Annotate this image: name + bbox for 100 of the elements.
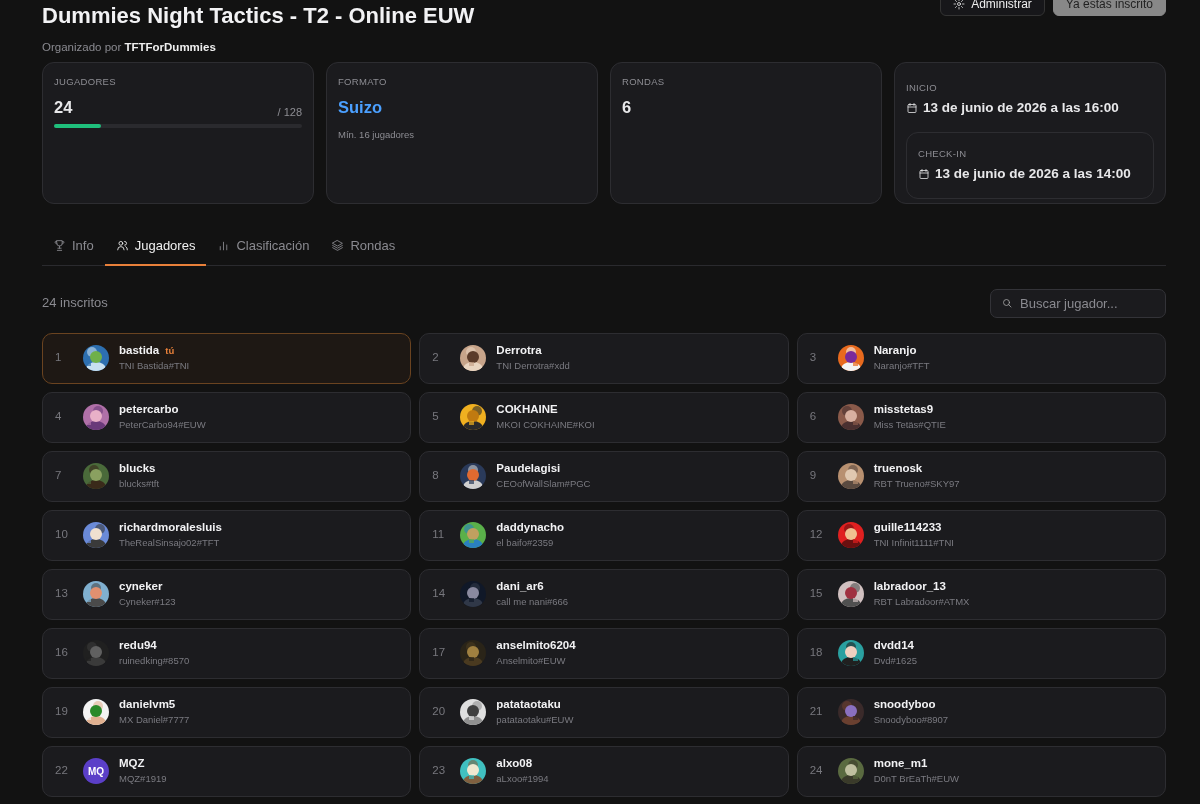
player-tag: RBT Trueno#SKY97 <box>873 477 960 491</box>
player-card[interactable]: 19 danielvm5 MX Daniel#7777 <box>42 686 412 738</box>
stat-label: CHECK-IN <box>918 146 968 161</box>
stat-value: Suizo <box>338 97 383 119</box>
stat-label: RONDAS <box>622 75 666 89</box>
player-name: labradoor_13 <box>873 579 946 594</box>
player-rank: 20 <box>432 704 447 720</box>
gear-icon <box>953 0 966 10</box>
stat-value: 24 <box>54 97 73 119</box>
player-tag: Snoodyboo#8907 <box>873 713 949 727</box>
player-tag: Dvd#1625 <box>873 654 917 668</box>
player-tag: MKOI COKHAINE#KOI <box>496 418 595 432</box>
player-name: richardmoralesluis <box>119 520 222 535</box>
player-card[interactable]: 9 truenosk RBT Trueno#SKY97 <box>796 450 1166 502</box>
calendar-icon <box>906 102 918 115</box>
player-tag: Cyneker#123 <box>119 595 176 609</box>
player-card[interactable]: 17 anselmito6204 Anselmito#EUW <box>419 627 789 679</box>
player-rank: 16 <box>55 645 69 661</box>
player-name: snoodyboo <box>873 697 936 712</box>
player-tag: el baifo#2359 <box>496 536 565 550</box>
player-tag: TNI Bastida#TNI <box>119 359 190 373</box>
player-tag: TheRealSinsajo02#TFT <box>119 536 222 550</box>
player-card[interactable]: 16 redu94 ruinedking#8570 <box>42 627 412 679</box>
player-rank: 12 <box>809 527 824 543</box>
tab[interactable]: Info <box>42 228 105 266</box>
player-rank: 13 <box>55 586 69 602</box>
player-card[interactable]: 1 bastida tú TNI Bastida#TNI <box>42 332 412 384</box>
player-name: mone_m1 <box>873 756 928 771</box>
stat-label: FORMATO <box>338 75 388 89</box>
registered-button[interactable]: Ya estás inscrito <box>1052 0 1166 16</box>
player-rank: 2 <box>432 350 440 366</box>
player-tag: PeterCarbo94#EUW <box>119 418 206 432</box>
player-card[interactable]: 11 daddynacho el baifo#2359 <box>419 509 789 561</box>
admin-button[interactable]: Administrar <box>940 0 1045 16</box>
player-card[interactable]: 22 MQ MQZ MQZ#1919 <box>42 745 412 797</box>
player-card[interactable]: 13 cyneker Cyneker#123 <box>42 568 412 620</box>
player-rank: 14 <box>432 586 447 602</box>
player-name: bastida <box>119 343 160 358</box>
player-card[interactable]: 3 Naranjo Naranjo#TFT <box>796 332 1166 384</box>
player-card[interactable]: 14 dani_ar6 call me nani#666 <box>419 568 789 620</box>
player-rank: 4 <box>55 409 63 425</box>
stat-note: Mín. 16 jugadores <box>338 128 416 142</box>
organizer-text: Organizado por TFTForDummies <box>42 39 217 55</box>
player-name: daddynacho <box>496 520 565 535</box>
player-tag: TNI Infinit1111#TNI <box>873 536 954 550</box>
stat-label: JUGADORES <box>54 75 117 89</box>
player-card[interactable]: 21 snoodyboo Snoodyboo#8907 <box>796 686 1166 738</box>
tab[interactable]: Clasificación <box>206 228 321 266</box>
player-tag: MQZ#1919 <box>119 772 167 786</box>
trophy-icon <box>53 239 66 253</box>
player-rank: 23 <box>432 763 447 779</box>
player-name: MQZ <box>119 756 145 771</box>
player-tag: CEOofWallSlam#PGC <box>496 477 591 491</box>
player-name: Paudelagisi <box>496 461 561 476</box>
search-field[interactable]: Buscar jugador... <box>990 288 1166 318</box>
player-rank: 9 <box>809 468 818 484</box>
player-card[interactable]: 10 richardmoralesluis TheRealSinsajo02#TFT <box>42 509 412 561</box>
player-name: anselmito6204 <box>496 638 576 653</box>
player-tag: TNI Derrotra#xdd <box>496 359 570 373</box>
player-card[interactable]: 4 petercarbo PeterCarbo94#EUW <box>42 391 412 443</box>
stat-max: / 128 <box>277 104 302 120</box>
player-card[interactable]: 5 COKHAINE MKOI COKHAINE#KOI <box>419 391 789 443</box>
player-name: Naranjo <box>873 343 917 358</box>
calendar-icon <box>918 167 930 180</box>
player-card[interactable]: 8 Paudelagisi CEOofWallSlam#PGC <box>419 450 789 502</box>
player-name: patataotaku <box>496 697 561 712</box>
player-tag: Miss Tetäs#QTIE <box>873 418 946 432</box>
player-name: guille114233 <box>873 520 942 535</box>
player-card[interactable]: 20 patataotaku patataotaku#EUW <box>419 686 789 738</box>
player-rank: 22 <box>55 763 69 779</box>
player-name: COKHAINE <box>496 402 558 417</box>
player-name: Derrotra <box>496 343 542 358</box>
player-rank: 18 <box>809 645 824 661</box>
player-name: blucks <box>119 461 156 476</box>
player-name: petercarbo <box>119 402 179 417</box>
player-card[interactable]: 2 Derrotra TNI Derrotra#xdd <box>419 332 789 384</box>
player-name: danielvm5 <box>119 697 176 712</box>
tournament-title: Dummies Night Tactics - T2 - Online EUW <box>42 2 475 30</box>
player-tag: Naranjo#TFT <box>873 359 930 373</box>
player-card[interactable]: 18 dvdd14 Dvd#1625 <box>796 627 1166 679</box>
player-rank: 24 <box>809 763 824 779</box>
registered-count: 24 inscritos <box>42 294 108 313</box>
player-tag: patataotaku#EUW <box>496 713 574 727</box>
player-rank: 21 <box>809 704 824 720</box>
player-card[interactable]: 24 mone_m1 D0nT BrEaTh#EUW <box>796 745 1166 797</box>
tab[interactable]: Jugadores <box>104 228 207 266</box>
player-card[interactable]: 23 alxo08 aLxoo#1994 <box>419 745 789 797</box>
player-rank: 10 <box>55 527 69 543</box>
player-card[interactable]: 12 guille114233 TNI Infinit1111#TNI <box>796 509 1166 561</box>
you-label: tú <box>165 343 175 358</box>
tab[interactable]: Rondas <box>320 228 407 266</box>
users-icon <box>115 239 129 253</box>
player-card[interactable]: 7 blucks blucks#tft <box>42 450 412 502</box>
player-card[interactable]: 6 misstetas9 Miss Tetäs#QTIE <box>796 391 1166 443</box>
stat-label: INICIO <box>906 81 938 95</box>
player-tag: RBT Labradoor#ATMX <box>873 595 970 609</box>
player-card[interactable]: 15 labradoor_13 RBT Labradoor#ATMX <box>796 568 1166 620</box>
player-name: alxo08 <box>496 756 533 771</box>
player-rank: 5 <box>432 409 440 425</box>
player-rank: 11 <box>432 527 446 543</box>
